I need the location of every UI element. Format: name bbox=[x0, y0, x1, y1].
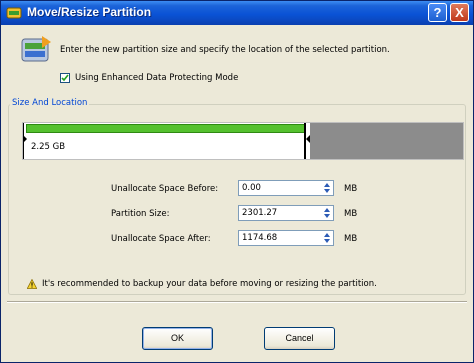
left-resize-handle[interactable] bbox=[23, 123, 27, 159]
spin-arrows-icon[interactable] bbox=[322, 207, 332, 219]
partition-size-input[interactable]: 2301.27 bbox=[238, 205, 334, 221]
move-resize-dialog: Move/Resize Partition ? X Enter the new … bbox=[0, 0, 474, 363]
backup-warning-text: It's recommended to backup your data bef… bbox=[42, 279, 377, 289]
used-space-bar bbox=[26, 124, 305, 133]
partition-disk-icon bbox=[21, 36, 51, 62]
group-legend: Size And Location bbox=[10, 98, 90, 108]
unit-label: MB bbox=[344, 234, 358, 244]
partition-map[interactable]: 2.25 GB bbox=[22, 122, 464, 160]
ok-button[interactable]: OK bbox=[142, 327, 213, 350]
unallocated-before-value[interactable]: 0.00 bbox=[242, 183, 261, 193]
help-icon: ? bbox=[433, 5, 442, 20]
right-resize-handle[interactable] bbox=[304, 123, 310, 159]
dialog-content: Enter the new partition size and specify… bbox=[1, 25, 473, 362]
intro-text: Enter the new partition size and specify… bbox=[60, 45, 390, 55]
partition-size-field-label: Partition Size: bbox=[111, 209, 170, 219]
enhanced-mode-label[interactable]: Using Enhanced Data Protecting Mode bbox=[75, 73, 238, 83]
partition-app-icon bbox=[6, 7, 22, 19]
check-icon bbox=[61, 74, 69, 82]
help-button[interactable]: ? bbox=[428, 3, 447, 22]
spin-arrows-icon[interactable] bbox=[322, 182, 332, 194]
enhanced-mode-checkbox[interactable] bbox=[60, 73, 70, 83]
title-bar[interactable]: Move/Resize Partition ? X bbox=[1, 1, 473, 25]
cancel-button[interactable]: Cancel bbox=[264, 327, 335, 350]
unallocated-after-input[interactable]: 1174.68 bbox=[238, 230, 334, 246]
warning-icon bbox=[27, 279, 37, 289]
partition-size-label: 2.25 GB bbox=[31, 142, 66, 152]
close-button[interactable]: X bbox=[450, 3, 469, 22]
window-title: Move/Resize Partition bbox=[27, 5, 152, 19]
unit-label: MB bbox=[344, 184, 358, 194]
partition-size-value[interactable]: 2301.27 bbox=[242, 208, 277, 218]
unit-label: MB bbox=[344, 209, 358, 219]
unallocated-before-input[interactable]: 0.00 bbox=[238, 180, 334, 196]
unallocated-after-label: Unallocate Space After: bbox=[111, 234, 211, 244]
unallocated-after-value[interactable]: 1174.68 bbox=[242, 233, 277, 243]
unallocated-after-block bbox=[310, 123, 463, 159]
close-icon: X bbox=[455, 5, 464, 20]
divider bbox=[7, 301, 467, 303]
unallocated-before-label: Unallocate Space Before: bbox=[111, 184, 219, 194]
spin-arrows-icon[interactable] bbox=[322, 232, 332, 244]
